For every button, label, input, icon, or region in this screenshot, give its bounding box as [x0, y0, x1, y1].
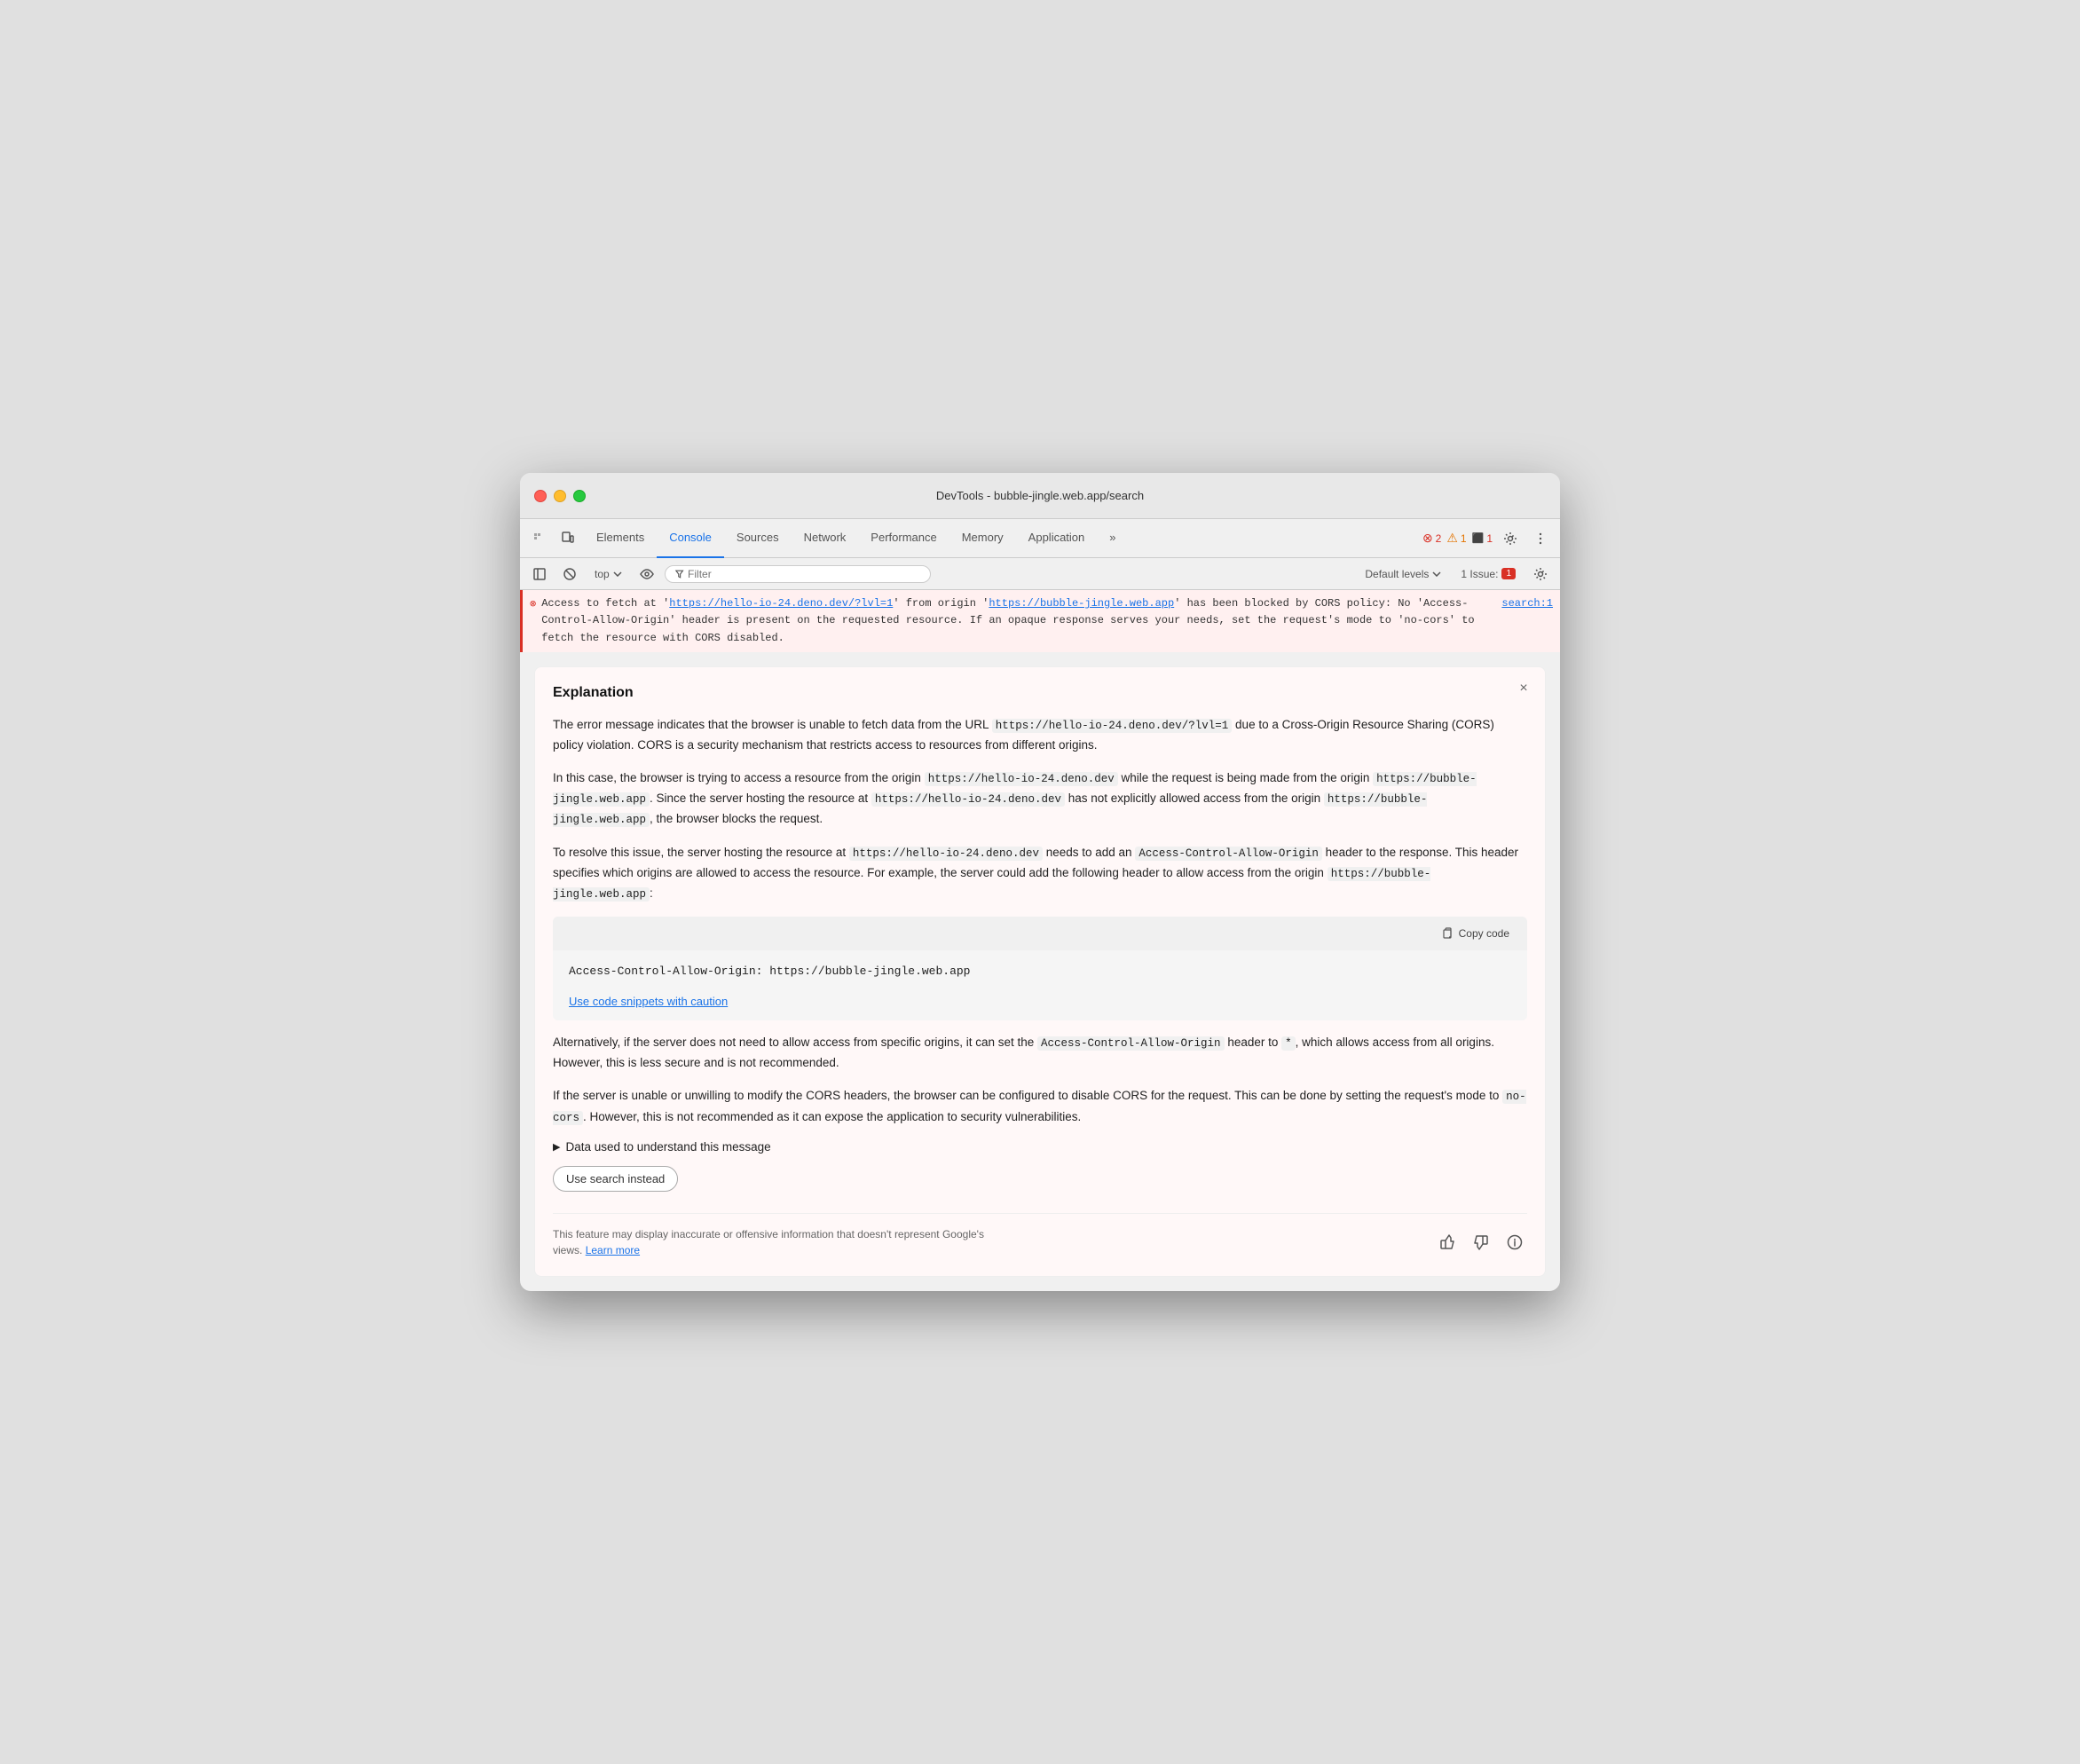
code-inline-no-cors: no-cors [553, 1090, 1526, 1124]
code-block-toolbar: Copy code [553, 917, 1527, 950]
code-inline-header2: Access-Control-Allow-Origin [1037, 1036, 1225, 1051]
thumbs-up-button[interactable] [1435, 1230, 1460, 1255]
tab-more[interactable]: » [1097, 519, 1128, 558]
code-inline-server1: https://hello-io-24.deno.dev [849, 847, 1043, 861]
eye-icon[interactable] [634, 562, 659, 587]
sidebar-toggle-icon[interactable] [527, 562, 552, 587]
copy-code-label: Copy code [1459, 927, 1509, 940]
levels-label: Default levels [1365, 568, 1429, 580]
code-inline-origin3: https://hello-io-24.deno.dev [871, 792, 1065, 807]
thumbs-down-button[interactable] [1469, 1230, 1493, 1255]
code-inline-header1: Access-Control-Allow-Origin [1135, 847, 1322, 861]
maximize-button[interactable] [573, 490, 586, 502]
error-source-link[interactable]: search:1 [1501, 595, 1553, 647]
top-context-selector[interactable]: top [587, 565, 629, 583]
issue-icon-sm: 1 [1501, 568, 1516, 579]
default-levels-dropdown[interactable]: Default levels [1358, 565, 1448, 583]
data-disclosure-label: Data used to understand this message [565, 1140, 770, 1154]
tab-elements[interactable]: Elements [584, 519, 657, 558]
error-circle-icon: ⊗ [530, 596, 536, 647]
close-button[interactable] [534, 490, 547, 502]
feedback-icons [1435, 1230, 1527, 1255]
toolbar-right: ⊗ 2 ⚠ 1 ⬛ 1 [1422, 526, 1553, 551]
explanation-para2: In this case, the browser is trying to a… [553, 768, 1527, 831]
explanation-para4: Alternatively, if the server does not ne… [553, 1033, 1527, 1074]
tab-console[interactable]: Console [657, 519, 724, 558]
tab-sources[interactable]: Sources [724, 519, 792, 558]
issue-badge[interactable]: ⬛ 1 [1472, 532, 1493, 545]
tab-network[interactable]: Network [792, 519, 859, 558]
explanation-close-button[interactable]: × [1513, 678, 1534, 699]
tab-application[interactable]: Application [1016, 519, 1098, 558]
traffic-lights [534, 490, 586, 502]
error-row: ⊗ Access to fetch at 'https://hello-io-2… [520, 590, 1560, 652]
filter-input[interactable] [688, 568, 921, 580]
code-caution-link[interactable]: Use code snippets with caution [553, 995, 744, 1020]
error-count: 2 [1436, 532, 1442, 545]
warning-count: 1 [1461, 532, 1467, 545]
code-snippet-text: Access-Control-Allow-Origin: https://bub… [569, 965, 970, 978]
issue-label: 1 Issue: [1461, 568, 1498, 580]
code-block-content: Access-Control-Allow-Origin: https://bub… [553, 950, 1527, 994]
use-search-button[interactable]: Use search instead [553, 1166, 678, 1192]
tab-performance[interactable]: Performance [858, 519, 949, 558]
warning-triangle-icon: ⚠ [1446, 531, 1458, 546]
code-inline-url1: https://hello-io-24.deno.dev/?lvl=1 [992, 719, 1233, 733]
code-inline-origin1: https://hello-io-24.deno.dev [925, 772, 1118, 786]
filter-area[interactable] [665, 565, 931, 583]
console-main: ⊗ Access to fetch at 'https://hello-io-2… [520, 590, 1560, 1291]
error-message-text: Access to fetch at 'https://hello-io-24.… [541, 595, 1496, 647]
copy-code-button[interactable]: Copy code [1434, 924, 1517, 943]
more-options-icon[interactable] [1528, 526, 1553, 551]
issue-count: 1 [1486, 532, 1493, 545]
error-url1-link[interactable]: https://hello-io-24.deno.dev/?lvl=1 [669, 597, 893, 610]
error-circle-icon: ⊗ [1422, 531, 1433, 546]
code-inline-origin5: https://bubble-jingle.web.app [553, 867, 1430, 902]
settings-icon[interactable] [1498, 526, 1523, 551]
error-url2-link[interactable]: https://bubble-jingle.web.app [989, 597, 1174, 610]
warning-badge[interactable]: ⚠ 1 [1446, 531, 1466, 546]
error-badge[interactable]: ⊗ 2 [1422, 531, 1441, 546]
more-info-button[interactable] [1502, 1230, 1527, 1255]
inspect-element-icon[interactable] [527, 526, 552, 551]
explanation-panel: Explanation × The error message indicate… [534, 666, 1546, 1277]
explanation-title: Explanation [553, 685, 1527, 701]
console-settings-icon[interactable] [1528, 562, 1553, 587]
clear-console-icon[interactable] [557, 562, 582, 587]
code-block-wrapper: Copy code Access-Control-Allow-Origin: h… [553, 917, 1527, 1020]
window-title: DevTools - bubble-jingle.web.app/search [936, 489, 1144, 502]
minimize-button[interactable] [554, 490, 566, 502]
console-toolbar: top Default levels 1 Issue: 1 [520, 558, 1560, 590]
explanation-footer: This feature may display inaccurate or o… [553, 1213, 1527, 1258]
learn-more-link[interactable]: Learn more [586, 1244, 640, 1256]
issue-icon: ⬛ [1472, 532, 1485, 544]
code-inline-wildcard: * [1281, 1036, 1296, 1051]
disclosure-arrow-icon: ▶ [553, 1141, 560, 1153]
explanation-para5: If the server is unable or unwilling to … [553, 1086, 1527, 1128]
top-label: top [595, 568, 610, 580]
device-toolbar-icon[interactable] [555, 526, 580, 551]
issue-indicator: 1 Issue: 1 [1454, 565, 1523, 583]
tab-memory[interactable]: Memory [949, 519, 1016, 558]
devtools-tab-bar: Elements Console Sources Network Perform… [520, 519, 1560, 558]
footer-disclaimer-text: This feature may display inaccurate or o… [553, 1226, 997, 1258]
use-search-label: Use search instead [566, 1172, 665, 1185]
tab-bar: Elements Console Sources Network Perform… [584, 519, 1129, 558]
explanation-para1: The error message indicates that the bro… [553, 715, 1527, 756]
data-disclosure-toggle[interactable]: ▶ Data used to understand this message [553, 1140, 1527, 1154]
explanation-para3: To resolve this issue, the server hostin… [553, 843, 1527, 905]
titlebar: DevTools - bubble-jingle.web.app/search [520, 473, 1560, 519]
